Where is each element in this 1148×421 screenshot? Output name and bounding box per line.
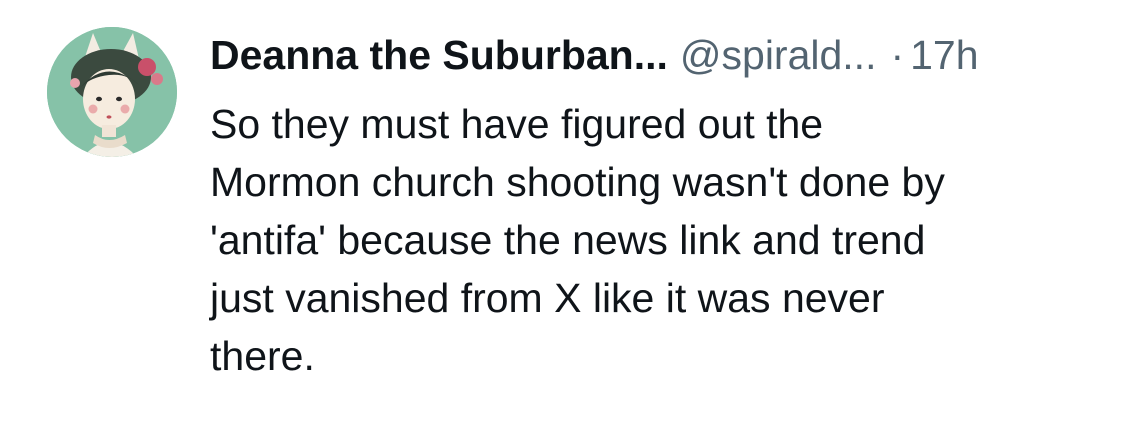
avatar[interactable] (47, 27, 177, 157)
avatar-illustration (47, 27, 177, 157)
author-handle[interactable]: @spirald... (680, 32, 877, 78)
post[interactable]: Deanna the Suburban... @spirald... · 17h So… (0, 0, 1148, 421)
post-text-line: there. (210, 333, 315, 379)
post-text: So they must have figured out the Mormon… (210, 95, 1130, 385)
post-text-line: So they must have figured out the (210, 101, 824, 147)
post-text-line: just vanished from X like it was never (210, 275, 885, 321)
post-text-line: 'antifa' because the news link and trend (210, 217, 926, 263)
post-text-line: Mormon church shooting wasn't done by (210, 159, 945, 205)
post-timestamp[interactable]: 17h (910, 32, 978, 78)
post-header: Deanna the Suburban... @spirald... · 17h (210, 30, 1130, 80)
author-display-name[interactable]: Deanna the Suburban... (210, 32, 668, 78)
separator-dot: · (890, 32, 905, 78)
